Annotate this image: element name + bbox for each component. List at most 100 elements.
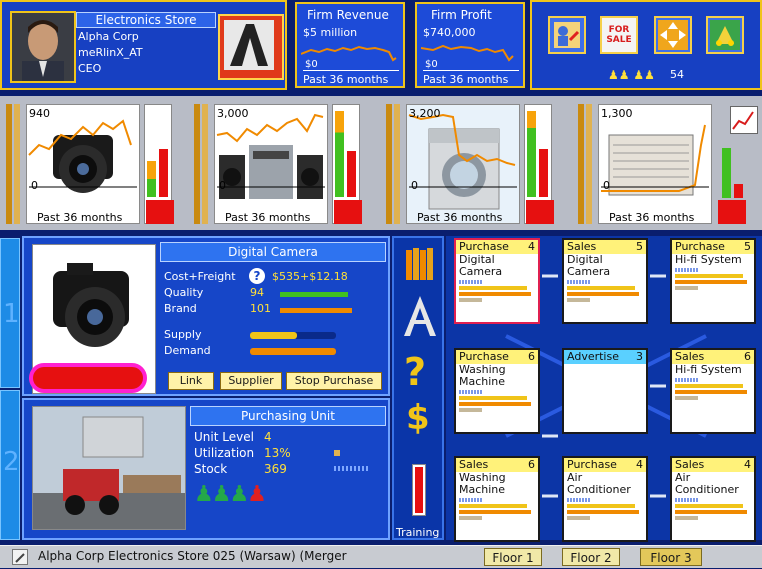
floor-3-button[interactable]: Floor 3	[640, 548, 702, 566]
help-tool-icon[interactable]: ?	[404, 350, 426, 394]
side-tab-1[interactable]: 1	[0, 238, 20, 388]
unit-card-type: Sales	[675, 350, 705, 363]
demand-label: Demand	[164, 344, 211, 357]
unit-card-product: Hi-fi System	[675, 253, 742, 266]
products-button[interactable]	[404, 246, 436, 282]
workers-icon: ♟♟♟♟	[194, 482, 267, 507]
product-hifi[interactable]: 3,000 0 Past 36 months	[190, 100, 376, 228]
finance-tool-icon[interactable]: $	[406, 398, 430, 438]
level-value: 4	[264, 430, 272, 444]
aircon-period: Past 36 months	[609, 211, 695, 224]
move-button[interactable]	[654, 16, 692, 54]
stock-bar	[334, 466, 368, 471]
firm-revenue-panel[interactable]: Firm Revenue $5 million $0 Past 36 month…	[295, 2, 405, 88]
unit-card[interactable]: Purchase 6 Washing Machine	[454, 348, 540, 434]
unit-layout-grid: Purchase 4 Digital Camera Sales 5 Digital Camer…	[446, 236, 762, 542]
unit-card-type: Purchase	[675, 240, 725, 253]
link-button[interactable]: Link	[168, 372, 214, 390]
unit-card-product-line2: Camera	[567, 265, 611, 278]
level-label: Unit Level	[194, 430, 254, 444]
profit-zero: $0	[425, 59, 438, 70]
advertise-tool-button[interactable]	[402, 294, 438, 338]
unit-card-header: Purchase 6	[456, 350, 538, 364]
unit-card[interactable]: Advertise 3	[562, 348, 648, 434]
unit-card-type: Purchase	[459, 240, 509, 253]
unit-card-product-line2: Camera	[459, 265, 503, 278]
build-button[interactable]	[706, 16, 744, 54]
hifi-image-icon	[216, 113, 325, 199]
unit-card-bar	[675, 280, 748, 284]
aircon-image-icon	[601, 124, 709, 196]
profit-value: $740,000	[423, 26, 476, 39]
firm-profit-panel[interactable]: Firm Profit $740,000 $0 Past 36 months	[415, 2, 525, 88]
stock-value: 369	[264, 462, 287, 476]
aircon-alert	[718, 200, 746, 224]
unit-card[interactable]: Sales 4 Air Conditioner	[670, 456, 756, 542]
unit-card-bar	[459, 280, 482, 284]
camera-top-value: 940	[29, 107, 50, 120]
unit-card-bar	[567, 286, 636, 290]
unit-card-type: Sales	[567, 240, 597, 253]
product-washer[interactable]: 3,200 0 Past 36 months	[382, 100, 568, 228]
unit-card[interactable]: Purchase 4 Air Conditioner	[562, 456, 648, 542]
training-label[interactable]: Training	[396, 526, 439, 539]
notepad-button[interactable]	[12, 549, 28, 565]
product-camera[interactable]: 940 0 Past 36 months	[2, 100, 188, 228]
unit-card-bar	[567, 280, 590, 284]
profit-title: Firm Profit	[431, 8, 492, 22]
purchasing-unit-panel: Purchasing Unit Unit Level 4 Utilization…	[22, 398, 390, 540]
unit-card-type: Advertise	[567, 350, 619, 363]
supply-bar	[250, 332, 336, 339]
manager-button[interactable]	[548, 16, 586, 54]
quality-label: Quality	[164, 286, 204, 299]
ceo-portrait-icon	[12, 13, 74, 81]
trend-chart-button[interactable]	[730, 106, 758, 134]
supplier-button[interactable]: Supplier	[220, 372, 282, 390]
ceo-avatar[interactable]	[10, 11, 76, 83]
unit-card-bar	[567, 298, 590, 302]
trend-chart-icon	[732, 111, 754, 130]
unit-title: Purchasing Unit	[190, 406, 386, 426]
unit-card-level: 4	[636, 458, 643, 471]
unit-card-bar	[459, 292, 532, 296]
unit-card[interactable]: Sales 6 Washing Machine	[454, 456, 540, 542]
unit-card-header: Sales 4	[672, 458, 754, 472]
unit-card-bar	[675, 510, 748, 514]
floor-1-button[interactable]: Floor 1	[484, 548, 542, 566]
camera-period: Past 36 months	[37, 211, 123, 224]
for-sale-button[interactable]: FOR SALE	[600, 16, 638, 54]
unit-card-product: Hi-fi System	[675, 363, 742, 376]
hifi-top-value: 3,000	[217, 107, 249, 120]
quality-bar	[280, 292, 348, 297]
unit-card-bar	[567, 516, 590, 520]
revenue-title: Firm Revenue	[307, 8, 389, 22]
revenue-zero: $0	[305, 59, 318, 70]
unit-card-level: 4	[528, 240, 535, 253]
unit-card-bar	[459, 504, 528, 508]
unit-card[interactable]: Sales 6 Hi-fi System	[670, 348, 756, 434]
unit-card-header: Purchase 4	[564, 458, 646, 472]
unit-card[interactable]: Purchase 5 Hi-fi System	[670, 238, 756, 324]
product-detail-panel: Digital Camera Cost+Freight ? $535+$12.1…	[22, 236, 390, 396]
product-aircon[interactable]: 1,300 0 Past 36 months	[574, 100, 760, 228]
books-icon	[406, 248, 433, 280]
unit-card-bar	[675, 286, 698, 290]
people-count: 54	[670, 68, 684, 81]
stop-purchase-button[interactable]: Stop Purchase	[286, 372, 382, 390]
aircon-top-value: 1,300	[601, 107, 633, 120]
brand-bar	[280, 308, 352, 313]
status-text: Alpha Corp Electronics Store 025 (Warsaw…	[38, 549, 347, 563]
help-icon[interactable]: ?	[249, 268, 265, 284]
unit-card-bar	[675, 378, 698, 382]
unit-card-type: Purchase	[567, 458, 617, 471]
billboard-icon	[404, 296, 436, 336]
side-tab-2[interactable]: 2	[0, 390, 20, 540]
player-role: CEO	[78, 62, 102, 75]
washer-period: Past 36 months	[417, 211, 503, 224]
unit-card-bar	[567, 292, 640, 296]
company-logo	[218, 14, 284, 80]
unit-card[interactable]: Sales 5 Digital Camera	[562, 238, 648, 324]
floor-2-button[interactable]: Floor 2	[562, 548, 620, 566]
unit-card[interactable]: Purchase 4 Digital Camera	[454, 238, 540, 324]
camera-image-icon	[28, 119, 137, 193]
